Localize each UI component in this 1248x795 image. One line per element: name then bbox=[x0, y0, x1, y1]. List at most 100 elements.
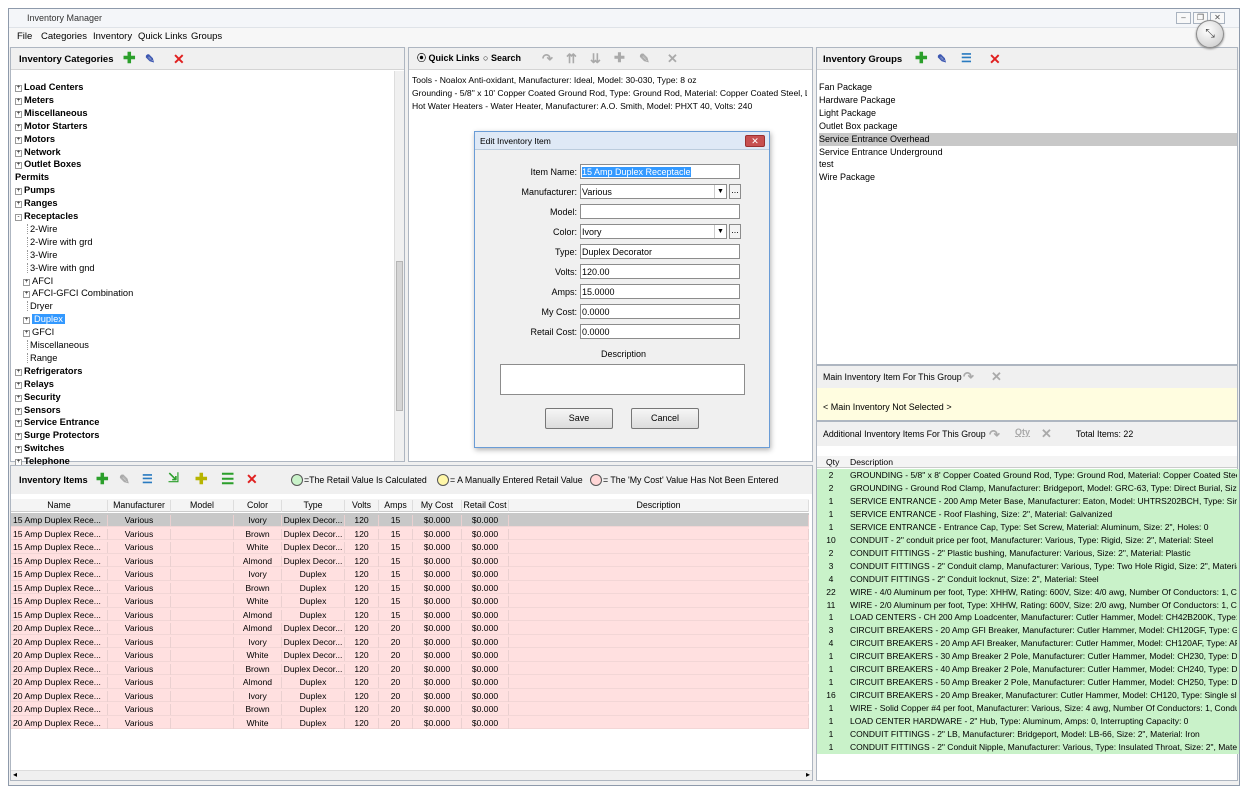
expand-icon[interactable]: + bbox=[23, 317, 30, 325]
field-input[interactable]: 15.0000 bbox=[580, 284, 740, 299]
table-row[interactable]: 15 Amp Duplex Rece... Various Ivory Duplex … bbox=[11, 513, 809, 527]
tree-item[interactable]: + Pumps bbox=[15, 184, 55, 196]
browse-button[interactable]: ... bbox=[729, 224, 741, 239]
list-item[interactable]: Service Entrance Underground bbox=[819, 146, 1237, 159]
table-row[interactable]: 15 Amp Duplex Rece... Various White Duplex … bbox=[11, 540, 809, 554]
expand-icon[interactable]: + bbox=[15, 136, 22, 144]
tree-item[interactable]: - Receptacles bbox=[15, 210, 78, 222]
items-hscrollbar[interactable]: ◂ ▸ bbox=[11, 770, 812, 780]
tree-item[interactable]: + Outlet Boxes bbox=[15, 158, 81, 170]
add-list-icon[interactable]: ☰ bbox=[221, 472, 234, 487]
expand-icon[interactable]: + bbox=[23, 291, 30, 299]
add-icon[interactable]: ✚ bbox=[915, 51, 928, 66]
table-row[interactable]: 2 CONDUIT FITTINGS - 2" Plastic bushing, … bbox=[817, 546, 1239, 560]
list-item[interactable]: Fan Package bbox=[819, 81, 1237, 94]
tree-item[interactable]: + Miscellaneous bbox=[15, 107, 88, 119]
col-description[interactable]: Description bbox=[850, 457, 893, 467]
column-header[interactable]: Type bbox=[282, 500, 345, 512]
field-input[interactable]: 120.00 bbox=[580, 264, 740, 279]
table-row[interactable]: 20 Amp Duplex Rece... Various Ivory Duplex 1… bbox=[11, 688, 809, 702]
group-items-icon[interactable]: ☰ bbox=[142, 473, 153, 485]
scroll-right-icon[interactable]: ▸ bbox=[806, 770, 810, 779]
table-row[interactable]: 4 CONDUIT FITTINGS - 2" Conduit locknut, … bbox=[817, 572, 1239, 586]
table-row[interactable]: 15 Amp Duplex Rece... Various Almond Duplex… bbox=[11, 607, 809, 621]
expand-icon[interactable]: + bbox=[15, 97, 22, 105]
table-row[interactable]: 16 CIRCUIT BREAKERS - 20 Amp Breaker, Man… bbox=[817, 689, 1239, 703]
list-item[interactable]: Hardware Package bbox=[819, 94, 1237, 107]
tree-item[interactable]: + AFCI-GFCI Combination bbox=[23, 287, 133, 299]
categories-scrollbar[interactable] bbox=[394, 71, 404, 461]
tree-item[interactable]: + Switches bbox=[15, 442, 64, 454]
column-header[interactable]: Amps bbox=[379, 500, 413, 512]
table-row[interactable]: 1 SERVICE ENTRANCE - Roof Flashing, Size:… bbox=[817, 507, 1239, 521]
column-header[interactable]: Name bbox=[11, 500, 108, 512]
table-row[interactable]: 2 GROUNDING - Ground Rod Clamp, Manufactu… bbox=[817, 481, 1239, 495]
tree-item[interactable]: + GFCI bbox=[23, 326, 54, 338]
move-up-icon[interactable]: ⇈ bbox=[566, 52, 577, 65]
table-row[interactable]: 20 Amp Duplex Rece... Various White Duplex … bbox=[11, 648, 809, 662]
tree-item[interactable]: 2-Wire bbox=[27, 223, 57, 235]
group-items-icon[interactable]: ☰ bbox=[961, 52, 972, 64]
list-item[interactable]: Wire Package bbox=[819, 171, 1237, 184]
delete-icon[interactable]: ✕ bbox=[1041, 427, 1052, 440]
collapse-icon[interactable]: - bbox=[15, 214, 22, 221]
table-row[interactable]: 20 Amp Duplex Rece... Various Brown Duplex 1… bbox=[11, 702, 809, 716]
list-item[interactable]: test bbox=[819, 158, 1237, 171]
chevron-down-icon[interactable]: ▼ bbox=[714, 225, 726, 238]
move-down-icon[interactable]: ⇊ bbox=[590, 52, 601, 65]
copy-icon[interactable]: ⇲ bbox=[168, 471, 179, 484]
expand-icon[interactable]: + bbox=[15, 123, 22, 131]
move-icon[interactable]: ↷ bbox=[542, 52, 553, 65]
column-header[interactable]: Volts bbox=[345, 500, 379, 512]
delete-icon[interactable]: ✕ bbox=[173, 52, 185, 66]
table-row[interactable]: 3 CONDUIT FITTINGS - 2" Conduit clamp, Ma… bbox=[817, 559, 1239, 573]
expand-icon[interactable]: + bbox=[15, 149, 22, 157]
scroll-left-icon[interactable]: ◂ bbox=[13, 770, 17, 779]
table-row[interactable]: 10 CONDUIT - 2" conduit price per foot, M… bbox=[817, 533, 1239, 547]
tree-item[interactable]: + Surge Protectors bbox=[15, 429, 99, 441]
delete-icon[interactable]: ✕ bbox=[246, 472, 258, 486]
dialog-close-button[interactable]: ✕ bbox=[745, 135, 765, 147]
column-header[interactable]: Model bbox=[171, 500, 234, 512]
field-input[interactable]: 15 Amp Duplex Receptacle bbox=[580, 164, 740, 179]
tree-item[interactable]: + Network bbox=[15, 146, 61, 158]
edit-icon[interactable]: ✎ bbox=[145, 53, 155, 65]
expand-icon[interactable]: + bbox=[15, 446, 22, 454]
table-row[interactable]: 15 Amp Duplex Rece... Various Brown Duplex 1… bbox=[11, 580, 809, 594]
menu-inventory[interactable]: Inventory bbox=[93, 31, 132, 42]
tree-item[interactable]: Miscellaneous bbox=[27, 339, 89, 351]
tree-item[interactable]: + AFCI bbox=[23, 275, 53, 287]
expand-icon[interactable]: + bbox=[15, 407, 22, 415]
expand-icon[interactable]: + bbox=[15, 368, 22, 376]
tree-item[interactable]: 3-Wire bbox=[27, 249, 57, 261]
menu-categories[interactable]: Categories bbox=[41, 31, 87, 42]
tree-item[interactable]: + Motors bbox=[15, 133, 55, 145]
description-field[interactable] bbox=[500, 364, 745, 395]
minimize-button[interactable]: – bbox=[1176, 12, 1191, 24]
add-to-group-icon[interactable]: ✚ bbox=[195, 472, 208, 487]
scroll-thumb[interactable] bbox=[396, 261, 403, 411]
tree-item[interactable]: + Load Centers bbox=[15, 81, 83, 93]
table-row[interactable]: 11 WIRE - 2/0 Aluminum per foot, Type: XH… bbox=[817, 598, 1239, 612]
expand-icon[interactable]: + bbox=[15, 433, 22, 441]
column-header[interactable]: Description bbox=[509, 500, 809, 512]
expand-icon[interactable]: + bbox=[15, 381, 22, 389]
table-row[interactable]: 15 Amp Duplex Rece... Various White Duplex 1… bbox=[11, 594, 809, 608]
quicklinks-radio[interactable]: ⦿ Quick Links bbox=[417, 54, 480, 63]
expand-icon[interactable]: + bbox=[15, 420, 22, 428]
column-header[interactable]: Color bbox=[234, 500, 282, 512]
fullscreen-icon[interactable]: ⤡ bbox=[1196, 20, 1224, 48]
expand-icon[interactable]: + bbox=[15, 188, 22, 196]
column-header[interactable]: My Cost bbox=[413, 500, 462, 512]
table-row[interactable]: 20 Amp Duplex Rece... Various White Duplex 1… bbox=[11, 715, 809, 729]
field-input[interactable]: Various ▼ bbox=[580, 184, 727, 199]
list-item[interactable]: Hot Water Heaters - Water Heater, Manufa… bbox=[412, 101, 807, 111]
list-item[interactable]: Outlet Box package bbox=[819, 120, 1237, 133]
tree-item[interactable]: 3-Wire with gnd bbox=[27, 262, 95, 274]
save-button[interactable]: Save bbox=[545, 408, 613, 429]
tree-item[interactable]: Dryer bbox=[27, 300, 53, 312]
table-row[interactable]: 4 CIRCUIT BREAKERS - 20 Amp AFI Breaker, … bbox=[817, 637, 1239, 651]
field-input[interactable]: 0.0000 bbox=[580, 304, 740, 319]
table-row[interactable]: 1 SERVICE ENTRANCE - 200 Amp Meter Base, … bbox=[817, 494, 1239, 508]
chevron-down-icon[interactable]: ▼ bbox=[714, 185, 726, 198]
